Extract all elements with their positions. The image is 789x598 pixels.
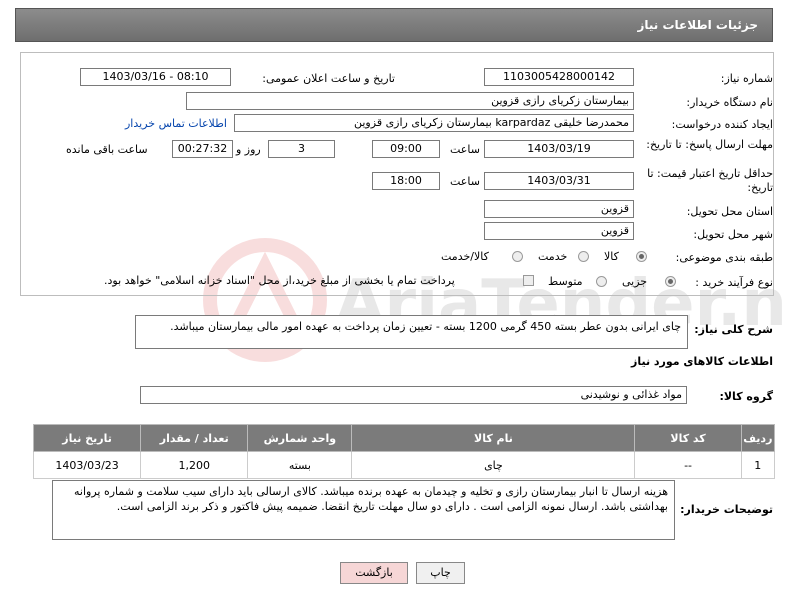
cell-quantity: 1,200: [140, 451, 249, 479]
items-section-title: اطلاعات کالاهای مورد نیاز: [631, 355, 773, 368]
table-row: 1403/03/23 1,200 بسته چای -- 1: [32, 451, 776, 479]
cell-item-code: --: [634, 451, 742, 479]
title-bar: جزئیات اطلاعات نیاز: [15, 8, 773, 42]
buyer-org-label: نام دستگاه خریدار:: [686, 96, 773, 109]
process-radio-minor[interactable]: [665, 276, 676, 287]
payment-note: پرداخت تمام یا بخشی از مبلغ خرید،از محل …: [104, 274, 455, 287]
col-row-number: ردیف: [740, 424, 776, 452]
print-button[interactable]: چاپ: [416, 562, 465, 584]
need-number-field: 1103005428000142: [484, 68, 634, 86]
category-radio-service[interactable]: [578, 251, 589, 262]
buyer-notes-label: توضیحات خریدار:: [680, 503, 773, 516]
cell-row-number: 1: [740, 451, 776, 479]
validity-time-field: 18:00: [372, 172, 440, 190]
goods-group-field: مواد غذائی و نوشیدنی: [140, 386, 687, 404]
col-quantity: تعداد / مقدار: [140, 424, 249, 452]
buyer-org-field: بیمارستان زکریای رازی قزوین: [186, 92, 634, 110]
announce-field: 1403/03/16 - 08:10: [80, 68, 231, 86]
category-radio-goods[interactable]: [636, 251, 647, 262]
col-need-date: تاریخ نیاز: [32, 424, 142, 452]
page-title: جزئیات اطلاعات نیاز: [637, 18, 758, 32]
need-number-label: شماره نیاز:: [720, 72, 773, 85]
days-word: روز و: [236, 143, 261, 156]
category-option-goods: کالا: [604, 250, 619, 263]
days-remaining-field: 3: [268, 140, 335, 158]
city-label: شهر محل تحویل:: [693, 228, 773, 241]
category-radio-both[interactable]: [512, 251, 523, 262]
province-label: استان محل تحویل:: [686, 205, 773, 218]
creator-field: محمدرضا خلیقی karpardaz بیمارستان زکریای…: [234, 114, 634, 132]
col-item-code: کد کالا: [634, 424, 742, 452]
creator-label: ایجاد کننده درخواست:: [671, 118, 773, 131]
validity-time-word: ساعت: [450, 175, 480, 188]
deadline-label: مهلت ارسال پاسخ: تا تاریخ:: [646, 138, 773, 151]
process-radio-medium[interactable]: [596, 276, 607, 287]
process-option-medium: متوسط: [548, 275, 583, 288]
treasury-checkbox[interactable]: [523, 275, 534, 286]
process-label: نوع فرآیند خرید :: [695, 276, 773, 289]
goods-group-label: گروه کالا:: [719, 390, 773, 403]
category-option-service: خدمت: [538, 250, 568, 263]
cell-need-date: 1403/03/23: [32, 451, 142, 479]
deadline-time-field: 09:00: [372, 140, 440, 158]
buyer-notes-text: هزینه ارسال تا انبار بیمارستان رازی و تخ…: [52, 480, 675, 540]
cell-unit: بسته: [247, 451, 353, 479]
items-header-row: تاریخ نیاز تعداد / مقدار واحد شمارش نام …: [32, 424, 776, 452]
announce-label: تاریخ و ساعت اعلان عمومی:: [262, 72, 395, 85]
contact-info-link[interactable]: اطلاعات تماس خریدار: [125, 117, 227, 130]
deadline-date-field: 1403/03/19: [484, 140, 634, 158]
city-field: قزوین: [484, 222, 634, 240]
back-button[interactable]: بازگشت: [340, 562, 408, 584]
process-option-minor: جزیی: [622, 275, 648, 288]
items-table: تاریخ نیاز تعداد / مقدار واحد شمارش نام …: [32, 424, 776, 479]
description-label: شرح کلی نیاز:: [694, 323, 773, 336]
province-field: قزوین: [484, 200, 634, 218]
col-item-name: نام کالا: [351, 424, 636, 452]
description-text: چای ایرانی بدون عطر بسته 450 گرمی 1200 ب…: [135, 315, 688, 349]
remaining-word: ساعت باقی مانده: [66, 143, 148, 156]
validity-label: حداقل تاریخ اعتبار قیمت: تا تاریخ:: [647, 167, 773, 194]
category-option-both: کالا/خدمت: [441, 250, 489, 263]
cell-item-name: چای: [351, 451, 636, 479]
remaining-time-field: 00:27:32: [172, 140, 233, 158]
deadline-time-word: ساعت: [450, 143, 480, 156]
col-unit: واحد شمارش: [247, 424, 353, 452]
category-label: طبقه بندی موضوعی:: [675, 251, 773, 264]
validity-date-field: 1403/03/31: [484, 172, 634, 190]
